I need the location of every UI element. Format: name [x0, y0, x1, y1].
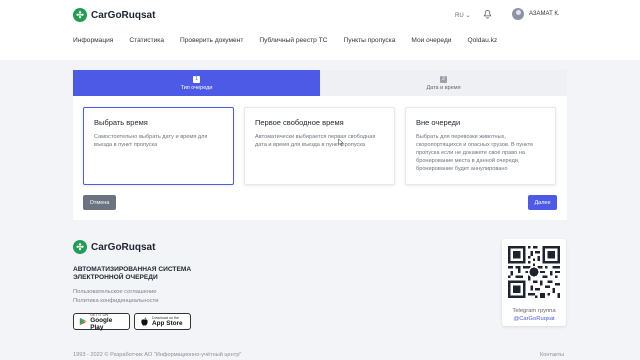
telegram-qr-card[interactable]: Telegram группа @CarGoRuqsat — [502, 239, 566, 326]
step-label: Дата и время — [426, 84, 461, 91]
step-queue-type[interactable]: 1 Тип очереди — [73, 70, 320, 96]
avatar — [512, 8, 524, 20]
logo-text: CarGoRuqsat — [91, 9, 156, 21]
telegram-link[interactable]: @CarGoRuqsat — [502, 316, 566, 322]
option-description: Автоматически выбирается первая свободна… — [255, 134, 376, 148]
option-choose-time[interactable]: Выбрать время Самостоятельно выбрать дат… — [83, 107, 234, 185]
option-title: Вне очереди — [416, 118, 461, 127]
nav-item-statistics[interactable]: Статистика — [129, 37, 164, 44]
header: ✣ CarGoRuqsat RU ⌄ АЗАМАТ К. Информация … — [0, 0, 640, 60]
option-description: Выбрать для перевозки животных, скоропор… — [416, 134, 534, 172]
bell-icon[interactable] — [482, 9, 493, 20]
nav-item-checkpoints[interactable]: Пункты пропуска — [343, 37, 395, 44]
app-store-button[interactable]: Download on the App Store — [134, 313, 191, 330]
logo-icon: ✣ — [73, 8, 87, 22]
nav-item-qoldau[interactable]: Qoldau.kz — [467, 37, 497, 44]
footer-logo-text: CarGoRuqsat — [91, 241, 156, 253]
step-number: 1 — [193, 75, 200, 83]
main-nav: Информация Статистика Проверить документ… — [73, 37, 513, 44]
google-play-button[interactable]: GET IT ON Google Play — [73, 313, 130, 331]
footer-tagline: АВТОМАТИЗИРОВАННАЯ СИСТЕМА ЭЛЕКТРОННОЙ О… — [73, 266, 192, 281]
option-out-of-queue[interactable]: Вне очереди Выбрать для перевозки животн… — [405, 107, 556, 185]
language-label: RU — [455, 13, 464, 19]
nav-item-public-registry[interactable]: Публичный реестр ТС — [259, 37, 327, 44]
nav-item-check-document[interactable]: Проверить документ — [180, 37, 243, 44]
mouse-cursor-icon — [338, 138, 344, 147]
chevron-down-icon: ⌄ — [465, 13, 471, 19]
cancel-button[interactable]: Отмена — [83, 195, 116, 210]
privacy-policy-link[interactable]: Политика конфиденциальности — [73, 298, 159, 304]
user-agreement-link[interactable]: Пользовательское соглашение — [73, 289, 157, 295]
copyright-text: 1993 - 2022 © Разработчик АО "Информацио… — [73, 352, 242, 358]
step-date-time[interactable]: 2 Дата и время — [320, 70, 567, 96]
option-description: Самостоятельно выбрать дату и время для … — [94, 134, 208, 148]
option-title: Выбрать время — [94, 118, 148, 127]
queue-wizard-card: 1 Тип очереди 2 Дата и время Выбрать вре… — [73, 70, 567, 220]
store-big-text: App Store — [152, 320, 183, 327]
language-selector[interactable]: RU ⌄ — [455, 12, 470, 19]
user-menu[interactable]: АЗАМАТ К. — [512, 8, 560, 20]
footer-logo[interactable]: ✣ CarGoRuqsat — [73, 240, 155, 254]
telegram-label: Telegram группа — [512, 308, 556, 314]
qr-code-icon — [508, 246, 560, 298]
contacts-link[interactable]: Контакты — [540, 352, 564, 358]
option-first-available[interactable]: Первое свободное время Автоматически выб… — [244, 107, 395, 185]
nav-item-my-queues[interactable]: Мои очереди — [411, 37, 451, 44]
step-number: 2 — [440, 75, 447, 83]
logo-icon: ✣ — [73, 240, 87, 254]
logo[interactable]: ✣ CarGoRuqsat — [73, 8, 155, 22]
step-label: Тип очереди — [180, 84, 213, 91]
google-play-icon — [79, 317, 87, 326]
option-title: Первое свободное время — [255, 118, 344, 127]
next-button[interactable]: Далее — [528, 195, 557, 210]
apple-icon — [141, 317, 148, 326]
user-name: АЗАМАТ К. — [529, 11, 560, 17]
nav-item-info[interactable]: Информация — [73, 37, 113, 44]
store-big-text: Google Play — [90, 316, 113, 331]
